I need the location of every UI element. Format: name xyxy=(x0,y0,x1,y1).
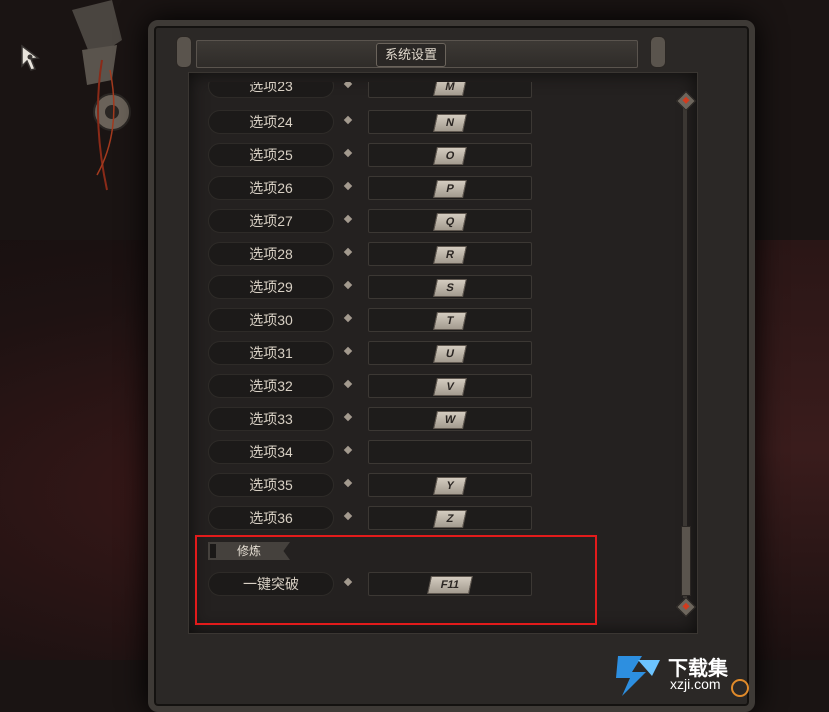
keycap: N xyxy=(433,114,467,132)
keybind-label: 选项34 xyxy=(208,440,334,464)
keycap: R xyxy=(433,246,467,264)
keybind-row: 选项33 W xyxy=(208,407,538,433)
keybind-slot[interactable]: V xyxy=(368,374,532,398)
keycap: V xyxy=(433,378,467,396)
keybind-label: 选项36 xyxy=(208,506,334,530)
watermark-url: xzji.com xyxy=(670,676,721,692)
highlight-box xyxy=(195,535,597,625)
keycap: Z xyxy=(433,510,467,528)
diamond-bullet-icon xyxy=(343,379,353,389)
keycap: U xyxy=(433,345,467,363)
diamond-bullet-icon xyxy=(343,115,353,125)
keybind-slot[interactable]: Y xyxy=(368,473,532,497)
cursor-icon xyxy=(21,44,40,71)
diamond-bullet-icon xyxy=(343,511,353,521)
keybind-label: 选项25 xyxy=(208,143,334,167)
keybind-slot[interactable]: N xyxy=(368,110,532,134)
keybind-label: 选项23 xyxy=(208,82,334,98)
keybind-slot[interactable]: P xyxy=(368,176,532,200)
keybind-row: 选项35 Y xyxy=(208,473,538,499)
scrollbar-track[interactable] xyxy=(683,106,687,598)
keybind-slot[interactable]: S xyxy=(368,275,532,299)
keybind-row: 选项25 O xyxy=(208,143,538,169)
background-banner xyxy=(749,240,829,660)
keycap: T xyxy=(433,312,467,330)
gear-ornament-icon xyxy=(72,0,131,191)
panel-title: 系统设置 xyxy=(376,43,446,67)
diamond-bullet-icon xyxy=(343,247,353,257)
keybind-row: 选项31 U xyxy=(208,341,538,367)
diamond-bullet-icon xyxy=(343,346,353,356)
keybind-row: 选项36 Z xyxy=(208,506,538,532)
diamond-bullet-icon xyxy=(343,445,353,455)
keybind-label: 选项32 xyxy=(208,374,334,398)
keybind-label: 选项27 xyxy=(208,209,334,233)
keybind-row: 选项32 V xyxy=(208,374,538,400)
keybind-label: 选项29 xyxy=(208,275,334,299)
scroll-ornament-left-icon xyxy=(176,36,192,68)
keybind-slot[interactable] xyxy=(368,440,532,464)
scrollbar-thumb[interactable] xyxy=(681,526,691,596)
diamond-bullet-icon xyxy=(343,82,353,89)
scroll-ornament-right-icon xyxy=(650,36,666,68)
diamond-bullet-icon xyxy=(343,181,353,191)
keybind-label: 选项35 xyxy=(208,473,334,497)
keycap: Y xyxy=(433,477,467,495)
keycap: P xyxy=(433,180,467,198)
diamond-bullet-icon xyxy=(343,313,353,323)
keybind-row: 选项30 T xyxy=(208,308,538,334)
keybind-slot[interactable]: M xyxy=(368,82,532,98)
keycap: Q xyxy=(433,213,467,231)
keybind-label: 选项28 xyxy=(208,242,334,266)
keycap: S xyxy=(433,279,467,297)
keybind-label: 选项26 xyxy=(208,176,334,200)
keybind-row: 选项34 xyxy=(208,440,538,466)
keybind-row: 选项27 Q xyxy=(208,209,538,235)
keybind-label: 选项30 xyxy=(208,308,334,332)
diamond-bullet-icon xyxy=(343,280,353,290)
keybind-slot[interactable]: U xyxy=(368,341,532,365)
keybind-slot[interactable]: Z xyxy=(368,506,532,530)
diamond-bullet-icon xyxy=(343,148,353,158)
keybind-row: 选项26 P xyxy=(208,176,538,202)
keybind-list: 选项23 M 选项24 N 选项25 O 选项26 P 选项27 Q 选项28 … xyxy=(200,82,540,532)
keycap: O xyxy=(433,147,467,165)
keybind-row: 选项23 M xyxy=(208,82,538,100)
keybind-slot[interactable]: Q xyxy=(368,209,532,233)
keybind-row: 选项28 R xyxy=(208,242,538,268)
keybind-slot[interactable]: R xyxy=(368,242,532,266)
keybind-slot[interactable]: O xyxy=(368,143,532,167)
keybind-label: 选项24 xyxy=(208,110,334,134)
diamond-bullet-icon xyxy=(343,412,353,422)
keybind-row: 选项24 N xyxy=(208,110,538,136)
keybind-slot[interactable]: T xyxy=(368,308,532,332)
keybind-label: 选项31 xyxy=(208,341,334,365)
keybind-slot[interactable]: W xyxy=(368,407,532,431)
keybind-row: 选项29 S xyxy=(208,275,538,301)
keycap: W xyxy=(433,411,467,429)
keycap: M xyxy=(433,82,467,96)
diamond-bullet-icon xyxy=(343,214,353,224)
diamond-bullet-icon xyxy=(343,478,353,488)
keybind-label: 选项33 xyxy=(208,407,334,431)
